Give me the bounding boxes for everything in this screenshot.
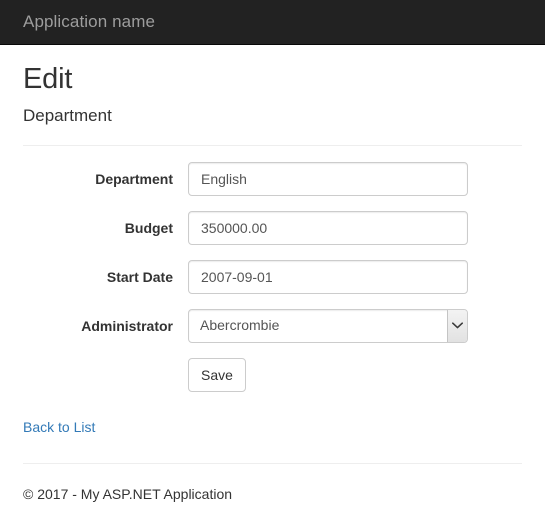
label-budget: Budget — [124, 219, 173, 236]
footer-divider — [23, 462, 522, 464]
actions-offset — [23, 358, 188, 392]
edit-department-form: Department Budget Start Date Administrat… — [23, 161, 522, 392]
administrator-selected-value: Abercrombie — [200, 316, 280, 333]
form-row-budget: Budget — [23, 210, 522, 245]
start-date-input[interactable] — [188, 259, 468, 294]
control-wrap-start-date — [188, 259, 468, 294]
back-link-container: Back to List — [23, 417, 522, 437]
form-row-actions: Save — [23, 357, 522, 392]
footer-copyright: © 2017 - My ASP.NET Application — [23, 485, 233, 502]
navbar: Application name — [0, 0, 545, 45]
save-button[interactable]: Save — [188, 357, 246, 392]
back-to-list-link[interactable]: Back to List — [23, 419, 95, 435]
administrator-select[interactable]: Abercrombie — [188, 308, 468, 343]
label-department: Department — [95, 170, 173, 187]
page-title: Edit — [23, 63, 73, 95]
form-row-administrator: Administrator Abercrombie — [23, 308, 522, 343]
main-container: Edit Department Department Budget Start … — [0, 63, 545, 504]
page-subtitle: Department — [23, 105, 112, 125]
control-wrap-budget — [188, 210, 468, 245]
department-input[interactable] — [188, 161, 468, 196]
form-row-department: Department — [23, 161, 522, 196]
budget-input[interactable] — [188, 210, 468, 245]
form-row-start-date: Start Date — [23, 259, 522, 294]
control-wrap-administrator: Abercrombie — [188, 308, 468, 343]
control-wrap-department — [188, 161, 468, 196]
chevron-down-icon[interactable] — [447, 309, 467, 342]
header-divider — [23, 144, 522, 146]
navbar-brand[interactable]: Application name — [0, 12, 155, 32]
label-administrator: Administrator — [81, 317, 173, 334]
footer: © 2017 - My ASP.NET Application — [23, 462, 522, 504]
label-start-date: Start Date — [106, 268, 173, 285]
